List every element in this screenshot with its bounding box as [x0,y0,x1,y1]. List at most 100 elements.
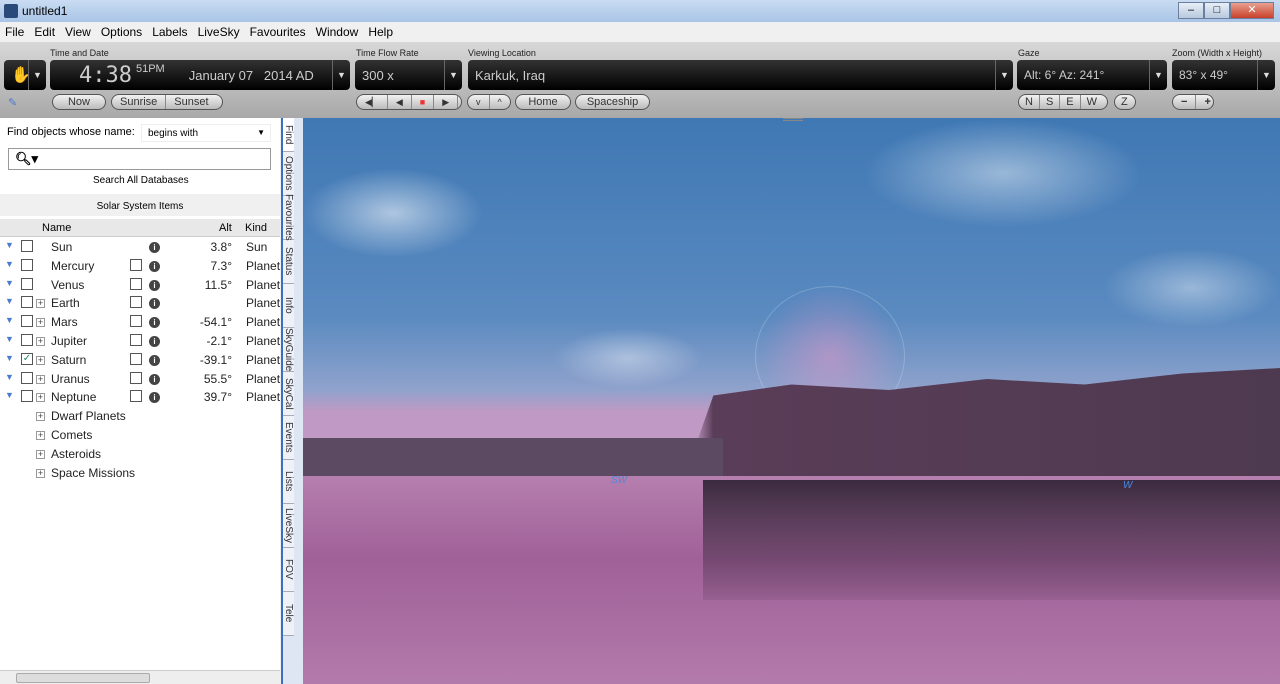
show-checkbox[interactable] [21,240,33,252]
expand-icon[interactable]: + [36,355,45,365]
hand-tool-button[interactable]: ✋ ▼ [4,60,46,90]
tab-lists[interactable]: Lists [283,460,294,504]
column-kind[interactable]: Kind [245,222,267,234]
chevron-down-icon[interactable]: ▼ [5,278,14,288]
group-row[interactable]: + Dwarf Planets [0,407,280,426]
table-row[interactable]: ▼ Sun i 3.8° Sun [0,238,280,257]
zoom-dropdown[interactable]: 83° x 49° ▼ [1172,60,1275,90]
close-button[interactable]: ✕ [1230,2,1274,19]
label-checkbox[interactable] [130,315,142,328]
tab-events[interactable]: Events [283,416,294,460]
expand-icon[interactable]: + [36,431,45,440]
label-checkbox[interactable] [130,352,142,365]
group-row[interactable]: + Asteroids [0,445,280,464]
chevron-down-icon[interactable]: ▼ [28,60,46,90]
reverse-icon[interactable]: ◀ [388,95,412,109]
tab-status[interactable]: Status [283,240,294,284]
info-icon[interactable]: i [149,242,160,253]
table-row[interactable]: ▼ ✓ + Saturn i -39.1° Planet [0,351,280,370]
info-icon[interactable]: i [149,279,160,291]
table-row[interactable]: ▼ Mercury i 7.3° Planet [0,257,280,276]
chevron-down-icon[interactable]: ▼ [332,60,350,90]
chevron-down-icon[interactable]: ▼ [5,372,14,382]
tab-fov[interactable]: FOV [283,548,294,592]
show-checkbox[interactable] [21,258,33,271]
label-checkbox[interactable] [130,258,142,271]
tab-tele[interactable]: Tele [283,592,294,636]
info-icon[interactable]: i [149,373,160,385]
label-checkbox[interactable] [130,371,142,384]
expand-icon[interactable]: + [36,468,45,478]
label-checkbox[interactable] [130,296,142,309]
show-checkbox[interactable] [21,371,33,384]
table-row[interactable]: ▼ + Mars i -54.1° Planet [0,313,280,332]
column-name[interactable]: Name [42,222,71,234]
search-all-databases-button[interactable]: Search All Databases [93,175,189,186]
show-checkbox[interactable] [21,277,33,290]
chevron-down-icon[interactable]: ▼ [5,259,14,269]
group-row[interactable]: + Comets [0,426,280,445]
tab-find[interactable]: Find [283,118,294,152]
tab-skyguide[interactable]: SkyGuide [283,328,294,372]
menu-favourites[interactable]: Favourites [245,25,311,39]
gaze-zenith-button[interactable]: Z [1115,95,1134,109]
chevron-down-icon[interactable]: v [468,95,490,109]
table-row[interactable]: ▼ + Jupiter i -2.1° Planet [0,332,280,351]
now-button[interactable]: Now [53,95,105,109]
location-dropdown[interactable]: Karkuk, Iraq ▼ [468,60,1013,90]
expand-icon[interactable]: + [36,449,45,459]
gaze-west-button[interactable]: W [1081,95,1103,109]
chevron-down-icon[interactable]: ▼ [444,60,462,90]
sunset-button[interactable]: Sunset [166,95,216,109]
expand-icon[interactable]: + [36,337,45,346]
menu-window[interactable]: Window [311,25,364,39]
sky-view[interactable]: SW W [303,118,1280,684]
info-icon[interactable]: i [149,336,160,347]
minimize-button[interactable]: – [1178,2,1204,19]
chevron-down-icon[interactable]: ▼ [5,240,14,250]
scrollbar-thumb[interactable] [16,673,150,683]
menu-options[interactable]: Options [96,25,147,39]
chevron-down-icon[interactable]: ▼ [995,60,1013,90]
match-mode-dropdown[interactable]: begins with ▼ [141,124,271,142]
show-checkbox[interactable] [21,390,33,403]
step-back-icon[interactable]: ◀▏ [357,95,388,109]
menu-labels[interactable]: Labels [147,25,192,39]
chevron-down-icon[interactable]: ▼ [5,334,14,344]
menu-edit[interactable]: Edit [29,25,60,39]
show-checkbox[interactable] [21,315,33,328]
info-icon[interactable]: i [149,392,160,404]
expand-icon[interactable]: + [36,412,45,422]
info-icon[interactable]: i [149,260,160,272]
label-checkbox[interactable] [130,334,142,346]
info-icon[interactable]: i [149,354,160,366]
chevron-up-icon[interactable]: ^ [490,95,510,109]
label-checkbox[interactable] [130,390,142,403]
show-checkbox[interactable] [21,334,33,346]
gaze-dropdown[interactable]: Alt: 6° Az: 241° ▼ [1017,60,1167,90]
stop-icon[interactable]: ■ [412,95,435,109]
expand-icon[interactable]: + [36,393,45,403]
gaze-north-button[interactable]: N [1019,95,1040,109]
show-checkbox[interactable] [21,296,33,309]
expand-icon[interactable]: + [36,299,45,309]
sunrise-button[interactable]: Sunrise [112,95,167,109]
menu-livesky[interactable]: LiveSky [193,25,245,39]
chevron-down-icon[interactable]: ▼ [5,315,14,325]
search-input[interactable]: 🔍︎▾ [8,148,271,170]
menu-help[interactable]: Help [363,25,398,39]
tab-favourites[interactable]: Favourites [283,194,294,241]
info-icon[interactable]: i [149,298,160,310]
tab-skycal[interactable]: SkyCal [283,372,294,416]
expand-icon[interactable]: + [36,318,45,328]
menu-view[interactable]: View [60,25,96,39]
tab-info[interactable]: Info [283,284,294,328]
table-row[interactable]: ▼ + Neptune i 39.7° Planet [0,388,280,407]
table-row[interactable]: ▼ + Earth i Planet [0,294,280,313]
table-row[interactable]: ▼ Venus i 11.5° Planet [0,276,280,295]
zoom-out-button[interactable]: − [1173,95,1197,109]
horizontal-scrollbar[interactable] [0,670,280,684]
time-date-field[interactable]: 4:38 51PM January 07 2014 AD ▼ [50,60,350,90]
chevron-down-icon[interactable]: ▼ [1149,60,1167,90]
label-checkbox[interactable] [130,277,142,290]
